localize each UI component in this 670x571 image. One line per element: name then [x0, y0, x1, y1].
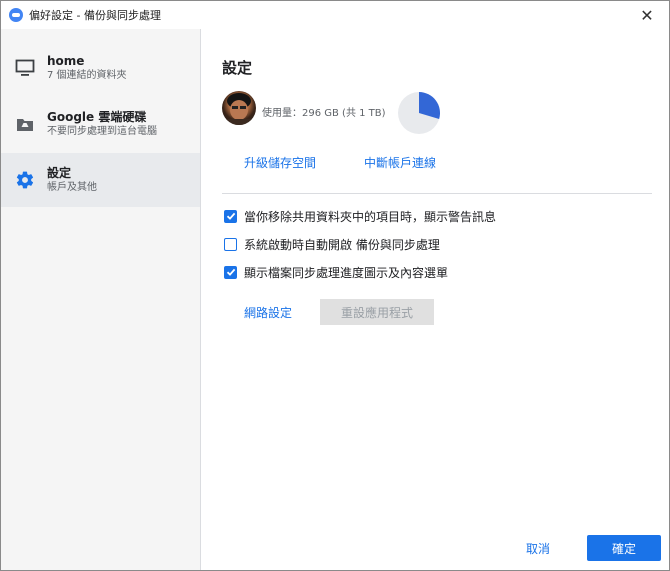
drive-folder-icon	[13, 112, 37, 136]
divider	[222, 193, 652, 194]
storage-usage-text: 使用量：296 GB (共 1 TB)	[262, 108, 386, 119]
option-label: 當你移除共用資料夾中的項目時，顯示警告訊息	[244, 209, 497, 224]
sidebar-item-label: home	[47, 54, 85, 68]
option-label: 系統啟動時自動開啟 備份與同步處理	[244, 237, 440, 252]
sidebar-item-google-drive[interactable]: Google 雲端硬碟 不要同步處理到這台電腦	[1, 97, 200, 151]
close-icon[interactable]: ✕	[629, 3, 665, 27]
sidebar-item-sublabel: 7 個連結的資料夾	[47, 70, 127, 81]
network-settings-link[interactable]: 網路設定	[244, 304, 292, 321]
sidebar-item-label: Google 雲端硬碟	[47, 110, 147, 124]
sidebar-item-label: 設定	[47, 166, 72, 180]
storage-pie-chart	[398, 92, 441, 134]
option-warn-shared-removal[interactable]: 當你移除共用資料夾中的項目時，顯示警告訊息	[224, 208, 496, 224]
cancel-button[interactable]: 取消	[507, 535, 569, 561]
reset-app-button: 重設應用程式	[320, 299, 434, 325]
ok-button[interactable]: 確定	[587, 535, 661, 561]
checkbox[interactable]	[224, 209, 237, 223]
monitor-icon	[13, 56, 37, 80]
backup-sync-app-icon	[9, 8, 23, 22]
title-bar: 偏好設定 - 備份與同步處理 ✕	[1, 1, 669, 29]
checkbox[interactable]	[224, 237, 237, 251]
option-show-sync-icons[interactable]: 顯示檔案同步處理進度圖示及內容選單	[224, 264, 448, 280]
avatar	[222, 91, 256, 125]
sidebar: home 7 個連結的資料夾 Google 雲端硬碟 不要同步處理到這台電腦 設…	[1, 29, 201, 570]
page-title: 設定	[222, 59, 253, 77]
checkbox[interactable]	[224, 265, 237, 279]
sidebar-item-sublabel: 帳戶及其他	[47, 182, 97, 193]
settings-panel: 設定 使用量：296 GB (共 1 TB) 升級儲存空間 中斷帳戶連線 當你移…	[202, 29, 669, 570]
gear-icon	[13, 168, 37, 192]
option-open-on-startup[interactable]: 系統啟動時自動開啟 備份與同步處理	[224, 236, 440, 252]
option-label: 顯示檔案同步處理進度圖示及內容選單	[244, 265, 449, 280]
disconnect-account-link[interactable]: 中斷帳戶連線	[364, 154, 436, 171]
sidebar-item-settings[interactable]: 設定 帳戶及其他	[1, 153, 200, 207]
preferences-window: 偏好設定 - 備份與同步處理 ✕ home 7 個連結的資料夾 Google 雲…	[0, 0, 670, 571]
upgrade-storage-link[interactable]: 升級儲存空間	[244, 154, 316, 171]
sidebar-item-home[interactable]: home 7 個連結的資料夾	[1, 41, 200, 95]
sidebar-item-sublabel: 不要同步處理到這台電腦	[47, 126, 157, 137]
window-title: 偏好設定 - 備份與同步處理	[29, 9, 161, 22]
